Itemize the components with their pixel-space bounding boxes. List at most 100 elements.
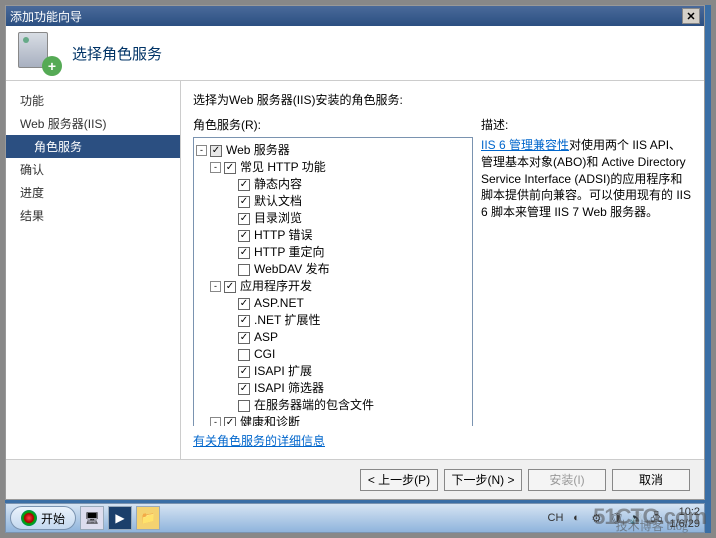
tray-icon-1[interactable]: ◐ bbox=[569, 511, 583, 525]
prompt-text: 选择为Web 服务器(IIS)安装的角色服务: bbox=[193, 91, 692, 108]
tray-icon-5[interactable]: 🖧 bbox=[649, 511, 663, 525]
tree-node[interactable]: - Web 服务器 bbox=[196, 142, 470, 159]
tree-node[interactable]: ISAPI 筛选器 bbox=[196, 380, 470, 397]
taskbar-app-3[interactable]: 📁 bbox=[136, 506, 160, 530]
tree-checkbox[interactable] bbox=[224, 417, 236, 427]
next-button[interactable]: 下一步(N) > bbox=[444, 469, 522, 491]
tree-node[interactable]: ASP.NET bbox=[196, 295, 470, 312]
tree-node[interactable]: 默认文档 bbox=[196, 193, 470, 210]
tree-checkbox[interactable] bbox=[238, 230, 250, 242]
tree-node-label: HTTP 错误 bbox=[254, 228, 312, 243]
tree-checkbox[interactable] bbox=[238, 383, 250, 395]
tree-node-label: 静态内容 bbox=[254, 177, 302, 192]
taskbar[interactable]: 开始 🖥 ▶ 📁 CH ◐ ⚙ 🛡 🔊 🖧 10:2 1/6/29 bbox=[5, 503, 705, 533]
sidebar-item[interactable]: 角色服务 bbox=[6, 135, 180, 158]
clock-date: 1/6/29 bbox=[669, 518, 700, 530]
tree-checkbox[interactable] bbox=[238, 264, 250, 276]
start-label: 开始 bbox=[41, 510, 65, 527]
description-link[interactable]: IIS 6 管理兼容性 bbox=[481, 138, 569, 152]
tree-node-label: 常见 HTTP 功能 bbox=[240, 160, 326, 175]
tree-node-label: 目录浏览 bbox=[254, 211, 302, 226]
tree-checkbox[interactable] bbox=[238, 400, 250, 412]
tree-node[interactable]: - 常见 HTTP 功能 bbox=[196, 159, 470, 176]
wizard-window: 添加功能向导 ✕ + 选择角色服务 功能Web 服务器(IIS)角色服务确认进度… bbox=[5, 5, 705, 500]
server-icon: + bbox=[18, 32, 60, 74]
window-title: 添加功能向导 bbox=[10, 8, 682, 25]
tree-checkbox[interactable] bbox=[238, 366, 250, 378]
tree-node-label: ISAPI 扩展 bbox=[254, 364, 312, 379]
tree-node[interactable]: HTTP 错误 bbox=[196, 227, 470, 244]
button-bar: < 上一步(P) 下一步(N) > 安装(I) 取消 bbox=[6, 459, 704, 499]
tray-icon-4[interactable]: 🔊 bbox=[629, 511, 643, 525]
page-title: 选择角色服务 bbox=[72, 43, 162, 64]
tree-node-label: WebDAV 发布 bbox=[254, 262, 330, 277]
windows-orb-icon bbox=[21, 510, 37, 526]
tree-node[interactable]: WebDAV 发布 bbox=[196, 261, 470, 278]
wizard-body: 功能Web 服务器(IIS)角色服务确认进度结果 选择为Web 服务器(IIS)… bbox=[6, 81, 704, 459]
tree-checkbox[interactable] bbox=[238, 213, 250, 225]
tree-node-label: ASP bbox=[254, 330, 278, 345]
tree-checkbox[interactable] bbox=[238, 332, 250, 344]
prev-button[interactable]: < 上一步(P) bbox=[360, 469, 438, 491]
tree-node[interactable]: ISAPI 扩展 bbox=[196, 363, 470, 380]
tree-checkbox[interactable] bbox=[224, 162, 236, 174]
tree-node[interactable]: .NET 扩展性 bbox=[196, 312, 470, 329]
clock-time[interactable]: 10:2 bbox=[669, 506, 700, 518]
sidebar-item[interactable]: 进度 bbox=[6, 181, 180, 204]
taskbar-app-1[interactable]: 🖥 bbox=[80, 506, 104, 530]
tree-node[interactable]: - 应用程序开发 bbox=[196, 278, 470, 295]
tree-node-label: ASP.NET bbox=[254, 296, 304, 311]
tree-checkbox[interactable] bbox=[238, 315, 250, 327]
sidebar-item[interactable]: 确认 bbox=[6, 158, 180, 181]
tree-toggle[interactable]: - bbox=[210, 162, 221, 173]
tree-toggle[interactable]: - bbox=[196, 145, 207, 156]
tray-icon-3[interactable]: 🛡 bbox=[609, 511, 623, 525]
tree-node-label: ISAPI 筛选器 bbox=[254, 381, 324, 396]
tree-node-label: .NET 扩展性 bbox=[254, 313, 320, 328]
tree-node[interactable]: CGI bbox=[196, 346, 470, 363]
ime-indicator[interactable]: CH bbox=[548, 512, 564, 524]
tree-node[interactable]: 目录浏览 bbox=[196, 210, 470, 227]
tree-label: 角色服务(R): bbox=[193, 116, 473, 133]
tree-node-label: HTTP 重定向 bbox=[254, 245, 324, 260]
tree-toggle[interactable]: - bbox=[210, 281, 221, 292]
wizard-header: + 选择角色服务 bbox=[6, 26, 704, 81]
sidebar-item[interactable]: 结果 bbox=[6, 204, 180, 227]
titlebar[interactable]: 添加功能向导 ✕ bbox=[6, 6, 704, 26]
tree-node-label: 健康和诊断 bbox=[240, 415, 300, 426]
plus-icon: + bbox=[42, 56, 62, 76]
tree-node-label: CGI bbox=[254, 347, 275, 362]
role-services-tree[interactable]: -Web 服务器-常见 HTTP 功能静态内容默认文档目录浏览HTTP 错误HT… bbox=[193, 137, 473, 426]
desc-label: 描述: bbox=[481, 116, 508, 133]
tree-node[interactable]: 在服务器端的包含文件 bbox=[196, 397, 470, 414]
tree-toggle[interactable]: - bbox=[210, 417, 221, 426]
sidebar-item[interactable]: 功能 bbox=[6, 89, 180, 112]
tree-checkbox[interactable] bbox=[238, 196, 250, 208]
tree-checkbox[interactable] bbox=[238, 298, 250, 310]
sidebar-item[interactable]: Web 服务器(IIS) bbox=[6, 112, 180, 135]
tree-node-label: 在服务器端的包含文件 bbox=[254, 398, 374, 413]
tree-checkbox[interactable] bbox=[210, 145, 222, 157]
main-pane: 选择为Web 服务器(IIS)安装的角色服务: 角色服务(R): 描述: -We… bbox=[181, 81, 704, 459]
sidebar: 功能Web 服务器(IIS)角色服务确认进度结果 bbox=[6, 81, 181, 459]
description-pane: IIS 6 管理兼容性对使用两个 IIS API、管理基本对象(ABO)和 Ac… bbox=[481, 137, 692, 426]
tree-node[interactable]: ASP bbox=[196, 329, 470, 346]
tree-checkbox[interactable] bbox=[224, 281, 236, 293]
close-button[interactable]: ✕ bbox=[682, 8, 700, 24]
taskbar-app-2[interactable]: ▶ bbox=[108, 506, 132, 530]
system-tray: CH ◐ ⚙ 🛡 🔊 🖧 10:2 1/6/29 bbox=[548, 506, 700, 530]
tree-checkbox[interactable] bbox=[238, 247, 250, 259]
tree-node-label: 应用程序开发 bbox=[240, 279, 312, 294]
tree-node[interactable]: 静态内容 bbox=[196, 176, 470, 193]
tree-node-label: Web 服务器 bbox=[226, 143, 290, 158]
tree-node[interactable]: - 健康和诊断 bbox=[196, 414, 470, 426]
tray-icon-2[interactable]: ⚙ bbox=[589, 511, 603, 525]
start-button[interactable]: 开始 bbox=[10, 506, 76, 530]
tree-node-label: 默认文档 bbox=[254, 194, 302, 209]
more-info-link[interactable]: 有关角色服务的详细信息 bbox=[193, 432, 692, 449]
cancel-button[interactable]: 取消 bbox=[612, 469, 690, 491]
install-button: 安装(I) bbox=[528, 469, 606, 491]
tree-checkbox[interactable] bbox=[238, 179, 250, 191]
tree-checkbox[interactable] bbox=[238, 349, 250, 361]
tree-node[interactable]: HTTP 重定向 bbox=[196, 244, 470, 261]
